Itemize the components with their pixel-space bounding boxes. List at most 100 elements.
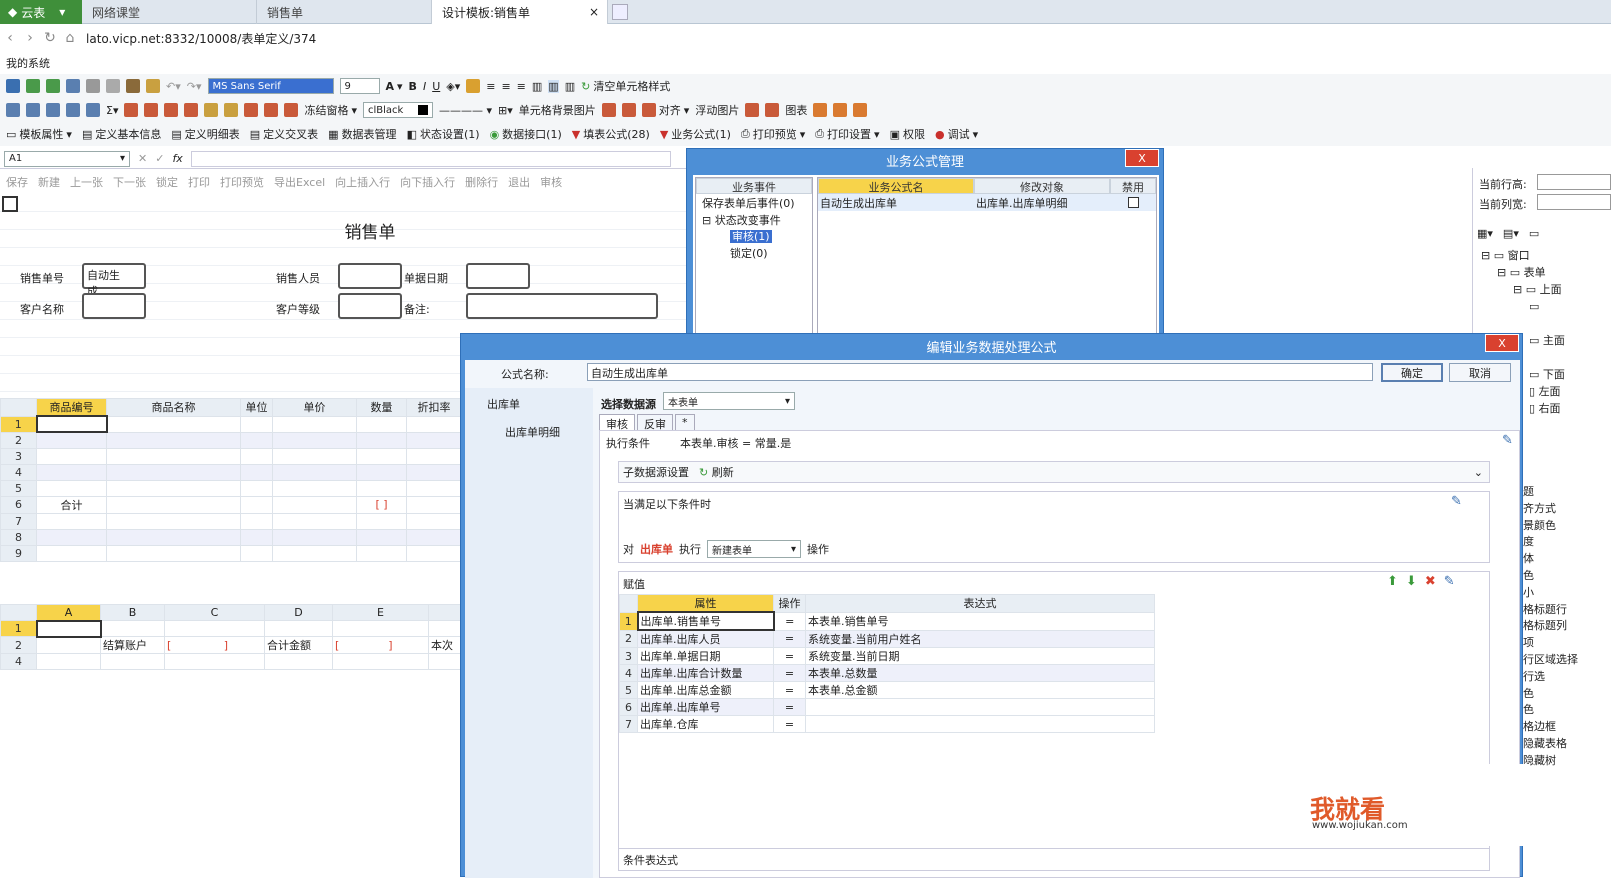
prop[interactable]: 隐藏表格 xyxy=(1523,736,1611,753)
layout-icon[interactable]: ▦▾ xyxy=(1477,227,1493,240)
prop[interactable]: 隐藏树 xyxy=(1523,753,1611,770)
data-mgmt-button[interactable]: ▦ 数据表管理 xyxy=(328,126,396,142)
target-item[interactable]: 出库单明细 xyxy=(465,412,593,440)
bar-chart-icon[interactable] xyxy=(833,103,848,117)
redo-icon[interactable]: ↷▾ xyxy=(187,80,202,93)
row-header[interactable]: 2 xyxy=(0,431,37,449)
excel-icon[interactable] xyxy=(26,79,40,93)
cell-icon[interactable] xyxy=(264,103,279,117)
expr-cell[interactable]: 系统变量.当前日期 xyxy=(805,647,1155,665)
bold-icon[interactable]: B xyxy=(409,80,417,93)
attr-cell[interactable]: 出库单.出库人员 xyxy=(637,629,774,648)
expr-cell[interactable]: 本表单.销售单号 xyxy=(805,611,1155,631)
attr-cell[interactable]: 出库单.销售单号 xyxy=(636,611,775,631)
col-header[interactable]: 单位 xyxy=(240,398,273,417)
image-icon[interactable] xyxy=(765,103,780,117)
prop[interactable]: 色 xyxy=(1523,686,1611,703)
col-header[interactable]: 商品编号 xyxy=(36,398,107,417)
row-header[interactable]: 7 xyxy=(0,512,37,530)
remark-field[interactable] xyxy=(466,293,658,319)
row-header[interactable]: 3 xyxy=(0,447,37,465)
row-height-input[interactable] xyxy=(1537,174,1611,190)
fill-formula-button[interactable]: ▼ 填表公式(28) xyxy=(572,126,650,142)
prop[interactable]: 色 xyxy=(1523,568,1611,585)
edit-icon[interactable]: ✎ xyxy=(1444,574,1455,589)
cell-ref-box[interactable]: A1 ▾ xyxy=(4,150,130,167)
italic-icon[interactable]: I xyxy=(423,80,426,93)
total-amt-field[interactable]: [ ] xyxy=(332,636,429,654)
align-button[interactable]: 对齐 ▾ xyxy=(641,102,689,118)
cancel-button[interactable]: 取消 xyxy=(1449,363,1511,382)
sheet-btn-audit[interactable]: 审核 xyxy=(540,174,562,190)
row-header[interactable]: 1 xyxy=(0,415,37,433)
insert-row-icon[interactable] xyxy=(124,103,139,117)
fill-color-icon[interactable]: ◈▾ xyxy=(446,80,460,93)
align-left-icon[interactable]: ≡ xyxy=(486,80,495,93)
import-icon[interactable] xyxy=(66,79,80,93)
col-header[interactable]: A xyxy=(36,604,101,621)
formula-row[interactable]: 自动生成出库单 出库单.出库单明细 xyxy=(818,194,1156,211)
prop[interactable]: 齐方式 xyxy=(1523,501,1611,518)
debug-button[interactable]: ● 调试 ▾ xyxy=(935,126,978,142)
tree-item[interactable]: ▭ xyxy=(1481,298,1565,332)
save-icon[interactable] xyxy=(6,79,20,93)
cell-icon[interactable] xyxy=(284,103,299,117)
tree-item[interactable]: 锁定(0) xyxy=(702,246,806,263)
prop[interactable]: 格标题列 xyxy=(1523,618,1611,635)
export-icon[interactable] xyxy=(46,79,60,93)
prop[interactable]: 小 xyxy=(1523,585,1611,602)
tab-network-class[interactable]: 网络课堂 xyxy=(82,0,257,24)
border-all-icon[interactable]: ▥ xyxy=(548,79,559,93)
font-select[interactable]: MS Sans Serif xyxy=(207,78,334,94)
expr-cell[interactable] xyxy=(805,715,1155,733)
edit-icon[interactable]: ✎ xyxy=(1451,494,1462,509)
prop[interactable]: 题 xyxy=(1523,484,1611,501)
biz-formula-button[interactable]: ▼ 业务公式(1) xyxy=(660,126,731,142)
tab-sales-order[interactable]: 销售单 xyxy=(257,0,432,24)
tree-item[interactable]: ⊟ ▭ 上面 xyxy=(1481,281,1565,298)
grid-icon[interactable] xyxy=(6,103,20,117)
row-header[interactable]: 6 xyxy=(0,495,37,514)
tab-design-template[interactable]: 设计模板:销售单 × xyxy=(432,0,608,24)
tree-item[interactable]: ⊟ ▭ 窗口 xyxy=(1481,247,1565,264)
layout-icon[interactable]: ▤▾ xyxy=(1503,227,1519,240)
reload-icon[interactable]: ↻ xyxy=(40,30,60,46)
line-style-select[interactable]: ———— ▾ xyxy=(439,104,492,117)
template-props-button[interactable]: ▭ 模板属性 ▾ xyxy=(6,126,72,142)
sheet-btn-delete-row[interactable]: 删除行 xyxy=(465,174,498,190)
align-right-icon[interactable]: ≡ xyxy=(517,80,526,93)
col-header[interactable]: E xyxy=(332,604,429,621)
prop[interactable]: 度 xyxy=(1523,534,1611,551)
formula-input[interactable] xyxy=(190,150,671,167)
underline-icon[interactable]: U xyxy=(432,80,440,93)
format-painter-icon[interactable] xyxy=(146,79,160,93)
cut-icon[interactable] xyxy=(86,79,100,93)
bookmark-my-system[interactable]: 我的系统 xyxy=(6,55,50,71)
expr-cell[interactable]: 系统变量.当前用户姓名 xyxy=(805,629,1155,648)
grid-cell[interactable] xyxy=(35,619,102,638)
prop[interactable]: 景颜色 xyxy=(1523,518,1611,535)
col-header[interactable]: 操作 xyxy=(773,594,806,613)
name-input[interactable]: 自动生成出库单 xyxy=(587,363,1373,381)
sheet-btn-insert-up[interactable]: 向上插入行 xyxy=(335,174,390,190)
prop[interactable]: 格边框 xyxy=(1523,719,1611,736)
chart-button[interactable]: 图表 xyxy=(785,102,807,118)
assign-row[interactable]: 1 出库单.销售单号 = 本表单.销售单号 xyxy=(619,611,1155,631)
assign-row[interactable]: 5 出库单.出库总金额 = 本表单.总金额 xyxy=(619,681,1155,699)
prop[interactable]: 项 xyxy=(1523,635,1611,652)
move-down-icon[interactable]: ⬇ xyxy=(1406,574,1417,589)
prop[interactable]: 格标题行 xyxy=(1523,602,1611,619)
fx-icon[interactable]: fx xyxy=(172,152,182,165)
settle-field[interactable]: [ ] xyxy=(164,636,265,654)
font-size-select[interactable]: 9 xyxy=(339,78,380,94)
bar-chart-icon[interactable] xyxy=(853,103,868,117)
print-settings-button[interactable]: ⎙ 打印设置 ▾ xyxy=(815,126,879,142)
sheet-btn-insert-down[interactable]: 向下插入行 xyxy=(400,174,455,190)
date-field[interactable] xyxy=(466,263,530,289)
sheet-btn-print[interactable]: 打印 xyxy=(188,174,210,190)
new-tab-button[interactable] xyxy=(612,4,628,20)
row-header[interactable]: 4 xyxy=(0,463,37,481)
level-field[interactable] xyxy=(338,293,402,319)
row-header[interactable]: 8 xyxy=(0,528,37,546)
undo-icon[interactable]: ↶▾ xyxy=(166,80,181,93)
